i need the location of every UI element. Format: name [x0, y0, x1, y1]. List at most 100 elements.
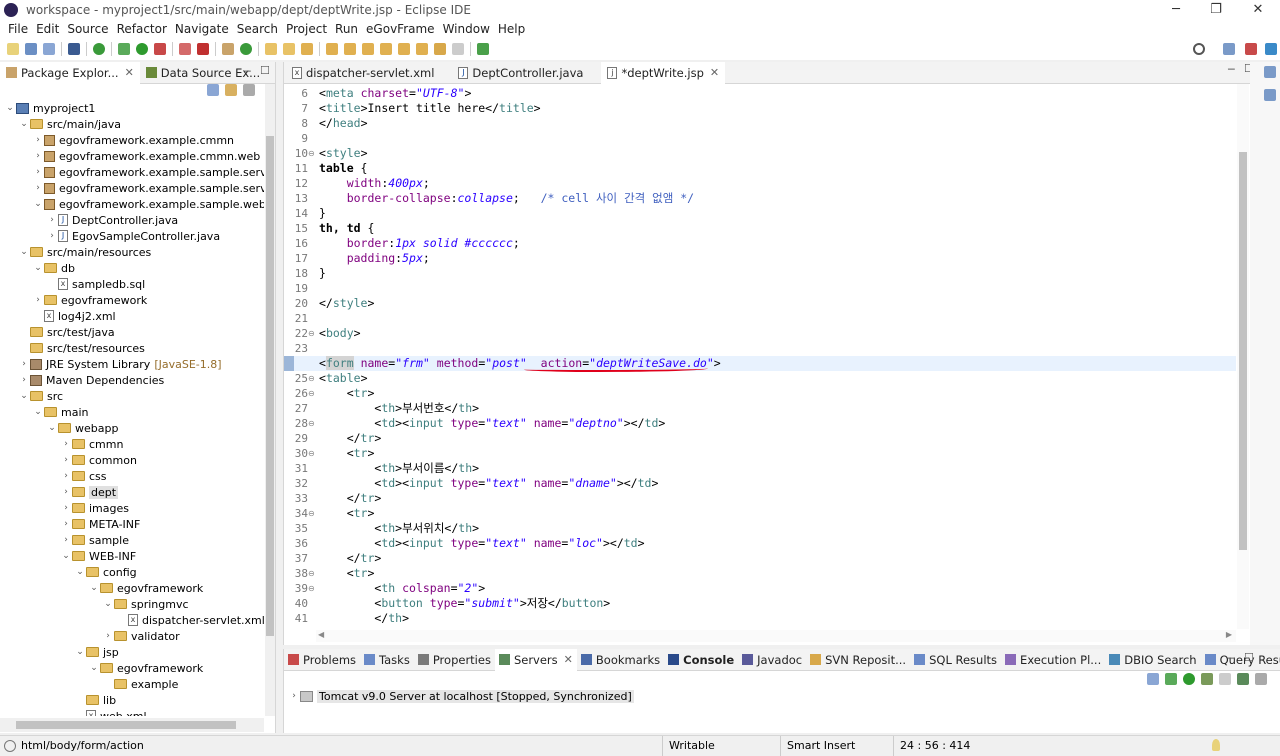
tab-dbio-search[interactable]: DBIO Search: [1105, 649, 1200, 671]
tab-problems[interactable]: Problems: [284, 649, 360, 671]
back-icon[interactable]: [362, 43, 374, 55]
tree-item[interactable]: › egovframework.example.sample.service: [32, 164, 264, 180]
tab-query-result[interactable]: Query Result: [1201, 649, 1280, 671]
chevron-down-icon[interactable]: ⌄: [88, 663, 100, 673]
save-all-icon[interactable]: [43, 43, 55, 55]
editor-horizontal-scrollbar[interactable]: ◀ ▶: [316, 630, 1236, 642]
coverage-icon[interactable]: [154, 43, 166, 55]
chevron-right-icon[interactable]: ›: [18, 359, 30, 369]
tab-package-explorer[interactable]: Package Explor... ✕: [0, 61, 140, 84]
tree-horizontal-scrollbar[interactable]: [0, 718, 264, 732]
tab-properties[interactable]: Properties: [414, 649, 495, 671]
debug-server-icon[interactable]: [1165, 673, 1177, 685]
maximize-button[interactable]: ❐: [1196, 0, 1236, 20]
menu-egovframe[interactable]: eGovFrame: [366, 22, 435, 36]
chevron-down-icon[interactable]: ⌄: [4, 103, 16, 113]
debug-icon[interactable]: [118, 43, 130, 55]
tree-item[interactable]: › egovframework.example.cmmn: [32, 132, 234, 148]
tab-tasks[interactable]: Tasks: [360, 649, 414, 671]
tree-item[interactable]: ⌄ egovframework: [88, 660, 203, 676]
chevron-right-icon[interactable]: ›: [60, 471, 72, 481]
chevron-right-icon[interactable]: ›: [32, 151, 44, 161]
save-icon[interactable]: [25, 43, 37, 55]
open-type-icon[interactable]: [265, 43, 277, 55]
stop-server-icon[interactable]: [179, 43, 191, 55]
new-class-icon[interactable]: [240, 43, 252, 55]
tree-item[interactable]: x web.xml: [74, 708, 147, 716]
close-button[interactable]: ✕: [1238, 0, 1278, 20]
editor-vertical-scrollbar[interactable]: [1237, 84, 1249, 629]
tree-item[interactable]: › JRE System Library [JavaSE-1.8]: [18, 356, 221, 372]
stop-server-icon[interactable]: [1219, 673, 1231, 685]
server-row[interactable]: › Tomcat v9.0 Server at localhost [Stopp…: [288, 688, 634, 704]
publish-icon[interactable]: [1237, 673, 1249, 685]
run-icon[interactable]: [136, 43, 148, 55]
perspective-open-icon[interactable]: [1223, 43, 1235, 55]
menu-run[interactable]: Run: [335, 22, 358, 36]
chevron-right-icon[interactable]: ›: [60, 455, 72, 465]
forward-icon[interactable]: [380, 43, 392, 55]
nav-forward-icon[interactable]: [452, 43, 464, 55]
minimize-view-icon[interactable]: ─: [244, 65, 251, 78]
minimize-bottom-icon[interactable]: ─: [1228, 652, 1235, 665]
tab-dispatcher-servlet-xml[interactable]: x dispatcher-servlet.xml: [286, 62, 440, 84]
new-icon[interactable]: [7, 43, 19, 55]
maximize-view-icon[interactable]: ☐: [260, 64, 270, 77]
tree-item[interactable]: › egovframework.example.sample.service.im: [32, 180, 264, 196]
tree-item[interactable]: › egovframework: [32, 292, 147, 308]
tree-item[interactable]: › css: [60, 468, 106, 484]
view-menu-icon[interactable]: [243, 84, 255, 96]
chevron-down-icon[interactable]: ⌄: [74, 647, 86, 657]
tree-item[interactable]: ⌄ src/main/resources: [18, 244, 151, 260]
menu-navigate[interactable]: Navigate: [175, 22, 229, 36]
tree-item[interactable]: example: [102, 676, 178, 692]
chevron-down-icon[interactable]: ⌄: [18, 247, 30, 257]
chevron-right-icon[interactable]: ›: [32, 167, 44, 177]
search-icon[interactable]: [1193, 43, 1205, 55]
chevron-down-icon[interactable]: ⌄: [32, 407, 44, 417]
tree-item[interactable]: ⌄ WEB-INF: [60, 548, 136, 564]
chevron-down-icon[interactable]: ⌄: [74, 567, 86, 577]
tab-execution-pl[interactable]: Execution Pl...: [1001, 649, 1105, 671]
chevron-right-icon[interactable]: ›: [60, 439, 72, 449]
tree-item[interactable]: src/test/java: [18, 324, 115, 340]
tab-bookmarks[interactable]: Bookmarks: [577, 649, 664, 671]
tree-item[interactable]: ⌄ db: [32, 260, 75, 276]
minimize-editor-icon[interactable]: ─: [1228, 63, 1235, 76]
tab-deptcontroller-java[interactable]: J DeptController.java: [452, 62, 589, 84]
tree-item[interactable]: src/test/resources: [18, 340, 145, 356]
chevron-right-icon[interactable]: ›: [46, 215, 58, 225]
tree-item[interactable]: › validator: [102, 628, 179, 644]
stop-icon[interactable]: [93, 43, 105, 55]
perspective-egov-icon[interactable]: [1265, 43, 1277, 55]
perspective-java-icon[interactable]: [1245, 43, 1257, 55]
tree-item[interactable]: › cmmn: [60, 436, 123, 452]
close-icon[interactable]: ✕: [710, 66, 719, 79]
menu-edit[interactable]: Edit: [36, 22, 59, 36]
close-icon[interactable]: ✕: [125, 66, 134, 79]
view-menu-icon[interactable]: [1255, 673, 1267, 685]
chevron-down-icon[interactable]: ⌄: [46, 423, 58, 433]
minimize-button[interactable]: ─: [1156, 0, 1196, 20]
start-server-icon[interactable]: [1183, 673, 1195, 685]
tree-item[interactable]: › common: [60, 452, 137, 468]
tab-sql-results[interactable]: SQL Results: [910, 649, 1001, 671]
chevron-down-icon[interactable]: ⌄: [18, 119, 30, 129]
tree-item[interactable]: ⌄ src: [18, 388, 63, 404]
lightbulb-icon[interactable]: [1212, 739, 1220, 751]
maximize-bottom-icon[interactable]: ☐: [1244, 651, 1254, 664]
chevron-right-icon[interactable]: ›: [102, 631, 114, 641]
next-annotation-icon[interactable]: [326, 43, 338, 55]
tab-console[interactable]: Console: [664, 649, 738, 671]
chevron-right-icon[interactable]: ›: [32, 183, 44, 193]
menu-window[interactable]: Window: [443, 22, 490, 36]
tree-item[interactable]: ⌄ src/main/java: [18, 116, 121, 132]
tree-item[interactable]: x sampledb.sql: [46, 276, 145, 292]
open-folder-icon[interactable]: [283, 43, 295, 55]
chevron-down-icon[interactable]: ⌄: [32, 263, 44, 273]
chevron-down-icon[interactable]: ⌄: [32, 199, 44, 209]
nav-back-icon[interactable]: [434, 43, 446, 55]
profile-server-icon[interactable]: [1201, 673, 1213, 685]
chevron-right-icon[interactable]: ›: [60, 519, 72, 529]
chevron-down-icon[interactable]: ⌄: [60, 551, 72, 561]
